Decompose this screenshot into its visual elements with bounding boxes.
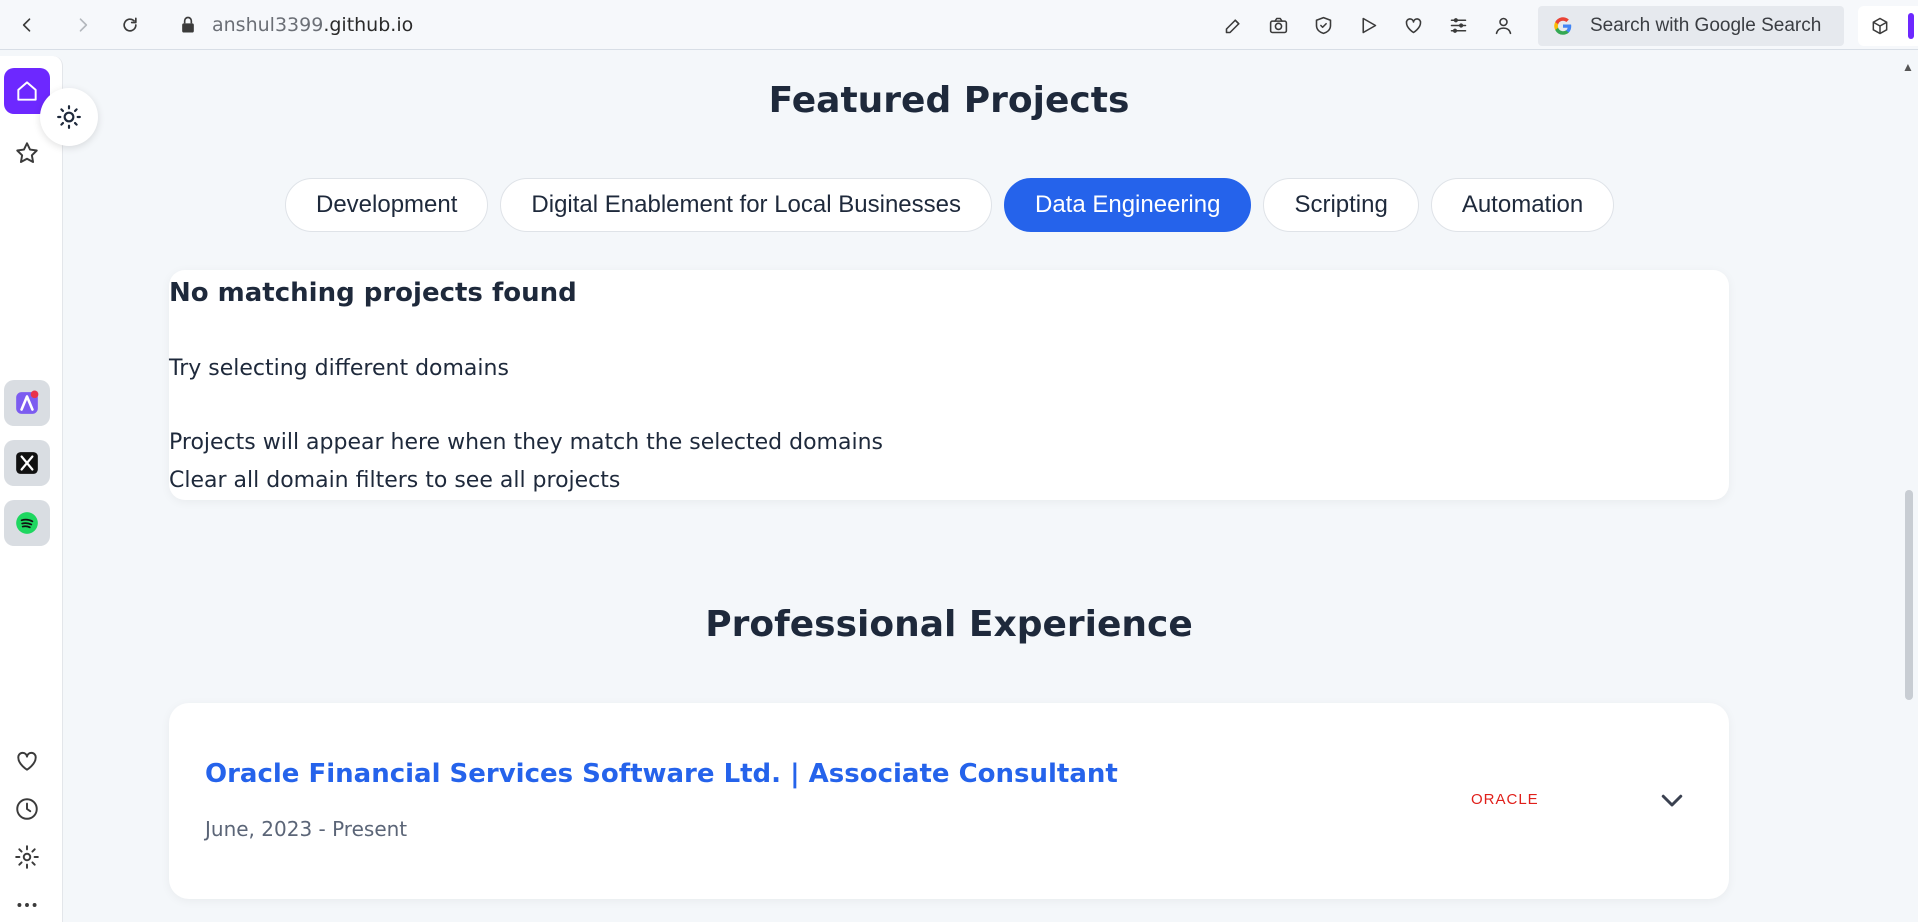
shield-button[interactable] bbox=[1308, 10, 1338, 40]
filter-data-engineering[interactable]: Data Engineering bbox=[1003, 178, 1252, 232]
edit-icon bbox=[1225, 18, 1240, 33]
search-placeholder: Search with Google Search bbox=[1590, 15, 1822, 36]
sliders-icon bbox=[1450, 17, 1466, 33]
experience-card[interactable]: Oracle Financial Services Software Ltd. … bbox=[169, 703, 1729, 899]
experience-role[interactable]: Oracle Financial Services Software Ltd. … bbox=[205, 759, 1118, 789]
forward-button[interactable] bbox=[68, 10, 98, 40]
filter-digital-enablement[interactable]: Digital Enablement for Local Businesses bbox=[500, 178, 992, 232]
clock-icon bbox=[16, 798, 38, 820]
more-icon bbox=[17, 903, 37, 907]
spotify-icon bbox=[16, 512, 38, 534]
chevron-down-icon bbox=[1661, 794, 1683, 807]
address-bar[interactable]: anshul3399 .github.io bbox=[178, 12, 413, 38]
google-icon bbox=[1554, 17, 1572, 35]
design-app-icon bbox=[16, 390, 39, 414]
filter-scripting[interactable]: Scripting bbox=[1263, 178, 1419, 232]
sidebar-history-button[interactable] bbox=[4, 786, 50, 832]
heart-icon bbox=[1405, 17, 1421, 33]
sidebar-settings-button[interactable] bbox=[4, 834, 50, 880]
reload-button[interactable] bbox=[115, 10, 145, 40]
profile-button[interactable] bbox=[1488, 10, 1518, 40]
page-scrollbar-thumb[interactable] bbox=[1905, 490, 1913, 700]
filter-automation[interactable]: Automation bbox=[1430, 178, 1615, 232]
domain-filters: Development Digital Enablement for Local… bbox=[285, 178, 1615, 232]
cube-icon bbox=[1872, 17, 1888, 35]
experience-title: Professional Experience bbox=[705, 604, 1193, 645]
heart-icon bbox=[17, 751, 37, 771]
camera-icon bbox=[1269, 17, 1287, 33]
edit-button[interactable] bbox=[1218, 10, 1248, 40]
empty-state-title: No matching projects found bbox=[169, 278, 577, 308]
search-input[interactable]: Search with Google Search bbox=[1538, 6, 1844, 46]
sidebar-app-x[interactable] bbox=[4, 440, 50, 486]
expand-button[interactable] bbox=[1657, 785, 1687, 815]
empty-state-note: Clear all domain filters to see all proj… bbox=[169, 468, 621, 493]
browser-toolbar: anshul3399 .github.io Search with Google … bbox=[0, 0, 1918, 50]
play-button[interactable] bbox=[1353, 10, 1383, 40]
sidebar-favorites-button[interactable] bbox=[4, 738, 50, 784]
sidebar-app-spotify[interactable] bbox=[4, 500, 50, 546]
url-subdomain: anshul3399 bbox=[212, 14, 324, 36]
x-logo-icon bbox=[16, 452, 38, 474]
browser-sidebar bbox=[0, 56, 63, 922]
play-icon bbox=[1361, 17, 1376, 33]
sidebar-app-design[interactable] bbox=[4, 380, 50, 426]
oracle-logo: ORACLE bbox=[1471, 791, 1539, 808]
extensions-button[interactable] bbox=[1858, 6, 1918, 46]
experience-period: June, 2023 - Present bbox=[205, 817, 408, 841]
empty-projects-card: No matching projects found Try selecting… bbox=[169, 270, 1729, 500]
empty-state-hint: Try selecting different domains bbox=[169, 356, 509, 381]
scroll-up-arrow-icon[interactable]: ▲ bbox=[1902, 60, 1914, 74]
settings-sliders-button[interactable] bbox=[1443, 10, 1473, 40]
back-button[interactable] bbox=[12, 10, 42, 40]
page-scrollbar[interactable] bbox=[1900, 56, 1918, 922]
sidebar-star-button[interactable] bbox=[4, 130, 50, 176]
forward-arrow-icon bbox=[79, 18, 88, 32]
sidebar-indicator bbox=[1908, 13, 1914, 39]
lock-icon bbox=[182, 16, 194, 33]
featured-projects-title: Featured Projects bbox=[768, 80, 1130, 121]
favorites-button[interactable] bbox=[1398, 10, 1428, 40]
reload-icon bbox=[123, 17, 137, 32]
url-domain: .github.io bbox=[323, 14, 414, 36]
filter-development[interactable]: Development bbox=[285, 178, 489, 232]
user-icon bbox=[1495, 17, 1511, 34]
empty-state-note: Projects will appear here when they matc… bbox=[169, 430, 883, 455]
back-arrow-icon bbox=[22, 18, 31, 32]
shield-icon bbox=[1315, 16, 1331, 34]
sidebar-more-button[interactable] bbox=[4, 882, 50, 922]
star-icon bbox=[16, 142, 38, 163]
screenshot-button[interactable] bbox=[1263, 10, 1293, 40]
gear-icon bbox=[15, 845, 39, 869]
